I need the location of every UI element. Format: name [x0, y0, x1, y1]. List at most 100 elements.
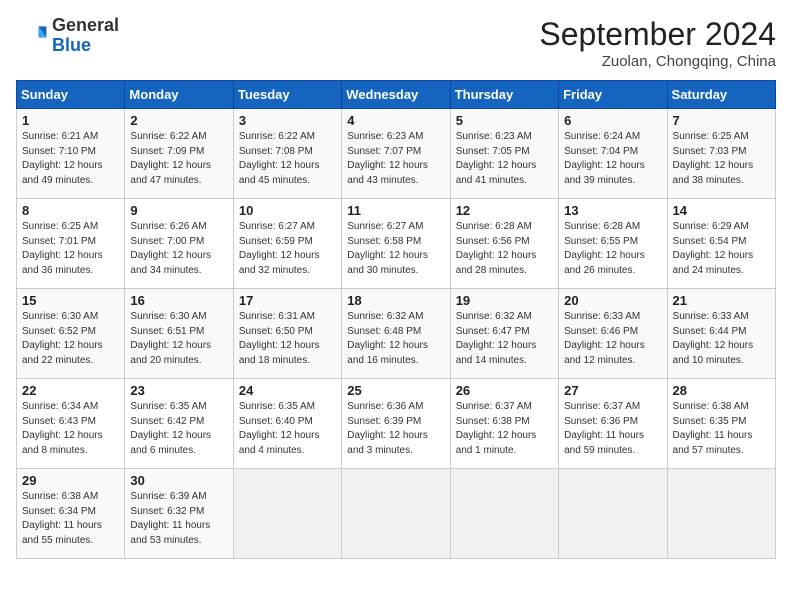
day-number: 21: [673, 293, 770, 308]
calendar-day-cell: 2 Sunrise: 6:22 AMSunset: 7:09 PMDaylight…: [125, 109, 233, 199]
day-detail: Sunrise: 6:31 AMSunset: 6:50 PMDaylight:…: [239, 310, 336, 368]
calendar-day-cell: 6 Sunrise: 6:24 AMSunset: 7:04 PMDaylight…: [559, 109, 667, 199]
day-number: 27: [564, 383, 661, 398]
weekday-header: Sunday: [17, 81, 125, 109]
day-number: 18: [347, 293, 444, 308]
calendar-day-cell: 3Sunrise: 6:22 AMSunset: 7:08 PMDaylight…: [233, 109, 341, 199]
calendar-day-cell: 16 Sunrise: 6:30 AMSunset: 6:51 PMDayligh…: [125, 289, 233, 379]
day-number: 30: [130, 473, 227, 488]
calendar-day-cell: 30 Sunrise: 6:39 AMSunset: 6:32 PMDayligh…: [125, 469, 233, 559]
calendar-header-row: SundayMondayTuesdayWednesdayThursdayFrid…: [17, 81, 776, 109]
day-detail: Sunrise: 6:22 AMSunset: 7:09 PMDaylight:…: [130, 130, 227, 188]
weekday-header: Wednesday: [342, 81, 450, 109]
logo-blue-text: Blue: [52, 35, 91, 55]
day-detail: Sunrise: 6:33 AMSunset: 6:44 PMDaylight:…: [673, 310, 770, 368]
calendar-day-cell: 25 Sunrise: 6:36 AMSunset: 6:39 PMDayligh…: [342, 379, 450, 469]
location: Zuolan, Chongqing, China: [539, 53, 776, 70]
calendar-week-row: 22 Sunrise: 6:34 AMSunset: 6:43 PMDayligh…: [17, 379, 776, 469]
calendar-day-cell: 11Sunrise: 6:27 AMSunset: 6:58 PMDayligh…: [342, 199, 450, 289]
day-detail: Sunrise: 6:38 AMSunset: 6:35 PMDaylight:…: [673, 400, 770, 458]
day-number: 23: [130, 383, 227, 398]
day-detail: Sunrise: 6:38 AMSunset: 6:34 PMDaylight:…: [22, 490, 119, 548]
day-detail: Sunrise: 6:24 AMSunset: 7:04 PMDaylight:…: [564, 130, 661, 188]
day-detail: Sunrise: 6:29 AMSunset: 6:54 PMDaylight:…: [673, 220, 770, 278]
day-number: 25: [347, 383, 444, 398]
calendar-day-cell: 23Sunrise: 6:35 AMSunset: 6:42 PMDayligh…: [125, 379, 233, 469]
calendar-day-cell: 19Sunrise: 6:32 AMSunset: 6:47 PMDayligh…: [450, 289, 558, 379]
day-detail: Sunrise: 6:26 AMSunset: 7:00 PMDaylight:…: [130, 220, 227, 278]
day-detail: Sunrise: 6:21 AMSunset: 7:10 PMDaylight:…: [22, 130, 119, 188]
page-header: General Blue September 2024 Zuolan, Chon…: [16, 16, 776, 70]
day-detail: Sunrise: 6:30 AMSunset: 6:52 PMDaylight:…: [22, 310, 119, 368]
calendar-day-cell: 20 Sunrise: 6:33 AMSunset: 6:46 PMDayligh…: [559, 289, 667, 379]
day-detail: Sunrise: 6:23 AMSunset: 7:07 PMDaylight:…: [347, 130, 444, 188]
calendar-day-cell: 9 Sunrise: 6:26 AMSunset: 7:00 PMDaylight…: [125, 199, 233, 289]
weekday-header: Tuesday: [233, 81, 341, 109]
calendar-day-cell: 18 Sunrise: 6:32 AMSunset: 6:48 PMDayligh…: [342, 289, 450, 379]
day-number: 8: [22, 203, 119, 218]
day-number: 14: [673, 203, 770, 218]
day-number: 9: [130, 203, 227, 218]
calendar-day-cell: [450, 469, 558, 559]
day-number: 16: [130, 293, 227, 308]
day-detail: Sunrise: 6:34 AMSunset: 6:43 PMDaylight:…: [22, 400, 119, 458]
calendar-day-cell: 17 Sunrise: 6:31 AMSunset: 6:50 PMDayligh…: [233, 289, 341, 379]
day-detail: Sunrise: 6:32 AMSunset: 6:47 PMDaylight:…: [456, 310, 553, 368]
day-number: 13: [564, 203, 661, 218]
day-number: 28: [673, 383, 770, 398]
calendar-day-cell: 4 Sunrise: 6:23 AMSunset: 7:07 PMDaylight…: [342, 109, 450, 199]
day-detail: Sunrise: 6:37 AMSunset: 6:38 PMDaylight:…: [456, 400, 553, 458]
calendar-day-cell: 21 Sunrise: 6:33 AMSunset: 6:44 PMDayligh…: [667, 289, 775, 379]
day-detail: Sunrise: 6:32 AMSunset: 6:48 PMDaylight:…: [347, 310, 444, 368]
day-number: 12: [456, 203, 553, 218]
calendar-day-cell: 28 Sunrise: 6:38 AMSunset: 6:35 PMDayligh…: [667, 379, 775, 469]
calendar-week-row: 1 Sunrise: 6:21 AMSunset: 7:10 PMDaylight…: [17, 109, 776, 199]
calendar-day-cell: [667, 469, 775, 559]
day-number: 7: [673, 113, 770, 128]
month-year: September 2024: [539, 16, 776, 53]
day-number: 5: [456, 113, 553, 128]
day-number: 20: [564, 293, 661, 308]
calendar-day-cell: 15Sunrise: 6:30 AMSunset: 6:52 PMDayligh…: [17, 289, 125, 379]
day-detail: Sunrise: 6:36 AMSunset: 6:39 PMDaylight:…: [347, 400, 444, 458]
day-detail: Sunrise: 6:37 AMSunset: 6:36 PMDaylight:…: [564, 400, 661, 458]
day-number: 17: [239, 293, 336, 308]
day-number: 4: [347, 113, 444, 128]
day-detail: Sunrise: 6:35 AMSunset: 6:40 PMDaylight:…: [239, 400, 336, 458]
day-detail: Sunrise: 6:30 AMSunset: 6:51 PMDaylight:…: [130, 310, 227, 368]
weekday-header: Thursday: [450, 81, 558, 109]
calendar-day-cell: 26 Sunrise: 6:37 AMSunset: 6:38 PMDayligh…: [450, 379, 558, 469]
day-number: 22: [22, 383, 119, 398]
logo: General Blue: [16, 16, 119, 56]
calendar-week-row: 8 Sunrise: 6:25 AMSunset: 7:01 PMDaylight…: [17, 199, 776, 289]
weekday-header: Saturday: [667, 81, 775, 109]
day-number: 2: [130, 113, 227, 128]
calendar-day-cell: 1 Sunrise: 6:21 AMSunset: 7:10 PMDaylight…: [17, 109, 125, 199]
day-detail: Sunrise: 6:27 AMSunset: 6:58 PMDaylight:…: [347, 220, 444, 278]
calendar-day-cell: [233, 469, 341, 559]
calendar-day-cell: 29Sunrise: 6:38 AMSunset: 6:34 PMDayligh…: [17, 469, 125, 559]
day-detail: Sunrise: 6:27 AMSunset: 6:59 PMDaylight:…: [239, 220, 336, 278]
day-detail: Sunrise: 6:25 AMSunset: 7:01 PMDaylight:…: [22, 220, 119, 278]
logo-general-text: General: [52, 15, 119, 35]
calendar-table: SundayMondayTuesdayWednesdayThursdayFrid…: [16, 80, 776, 559]
day-number: 1: [22, 113, 119, 128]
calendar-day-cell: 5 Sunrise: 6:23 AMSunset: 7:05 PMDaylight…: [450, 109, 558, 199]
day-detail: Sunrise: 6:23 AMSunset: 7:05 PMDaylight:…: [456, 130, 553, 188]
day-detail: Sunrise: 6:39 AMSunset: 6:32 PMDaylight:…: [130, 490, 227, 548]
calendar-day-cell: 27 Sunrise: 6:37 AMSunset: 6:36 PMDayligh…: [559, 379, 667, 469]
day-detail: Sunrise: 6:25 AMSunset: 7:03 PMDaylight:…: [673, 130, 770, 188]
calendar-week-row: 15Sunrise: 6:30 AMSunset: 6:52 PMDayligh…: [17, 289, 776, 379]
calendar-day-cell: 22 Sunrise: 6:34 AMSunset: 6:43 PMDayligh…: [17, 379, 125, 469]
calendar-day-cell: 12Sunrise: 6:28 AMSunset: 6:56 PMDayligh…: [450, 199, 558, 289]
weekday-header: Friday: [559, 81, 667, 109]
calendar-day-cell: 8 Sunrise: 6:25 AMSunset: 7:01 PMDaylight…: [17, 199, 125, 289]
calendar-day-cell: 13 Sunrise: 6:28 AMSunset: 6:55 PMDayligh…: [559, 199, 667, 289]
calendar-day-cell: 7 Sunrise: 6:25 AMSunset: 7:03 PMDaylight…: [667, 109, 775, 199]
calendar-day-cell: 24Sunrise: 6:35 AMSunset: 6:40 PMDayligh…: [233, 379, 341, 469]
day-detail: Sunrise: 6:33 AMSunset: 6:46 PMDaylight:…: [564, 310, 661, 368]
day-number: 26: [456, 383, 553, 398]
day-detail: Sunrise: 6:28 AMSunset: 6:55 PMDaylight:…: [564, 220, 661, 278]
calendar-day-cell: 10Sunrise: 6:27 AMSunset: 6:59 PMDayligh…: [233, 199, 341, 289]
day-number: 6: [564, 113, 661, 128]
